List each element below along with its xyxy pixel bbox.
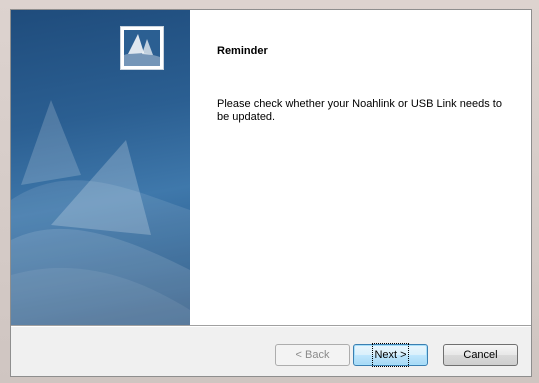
cancel-button-label: Cancel <box>463 349 498 361</box>
next-button[interactable]: Next > <box>353 343 428 367</box>
back-button-label: < Back <box>295 349 330 361</box>
installer-dialog: Reminder Please check whether your Noahl… <box>10 9 532 377</box>
content-area: Reminder Please check whether your Noahl… <box>190 10 531 325</box>
dialog-heading: Reminder <box>217 45 268 57</box>
next-button-label: Next > <box>372 343 409 367</box>
side-banner <box>11 10 190 325</box>
back-button[interactable]: < Back <box>275 344 350 366</box>
dialog-message: Please check whether your Noahlink or US… <box>217 98 502 123</box>
screen-frame: Reminder Please check whether your Noahl… <box>0 0 539 383</box>
button-bar: < Back Next > Cancel <box>11 327 531 376</box>
sail-logo-icon <box>124 30 160 66</box>
cancel-button[interactable]: Cancel <box>443 344 518 366</box>
logo-box <box>120 26 164 70</box>
